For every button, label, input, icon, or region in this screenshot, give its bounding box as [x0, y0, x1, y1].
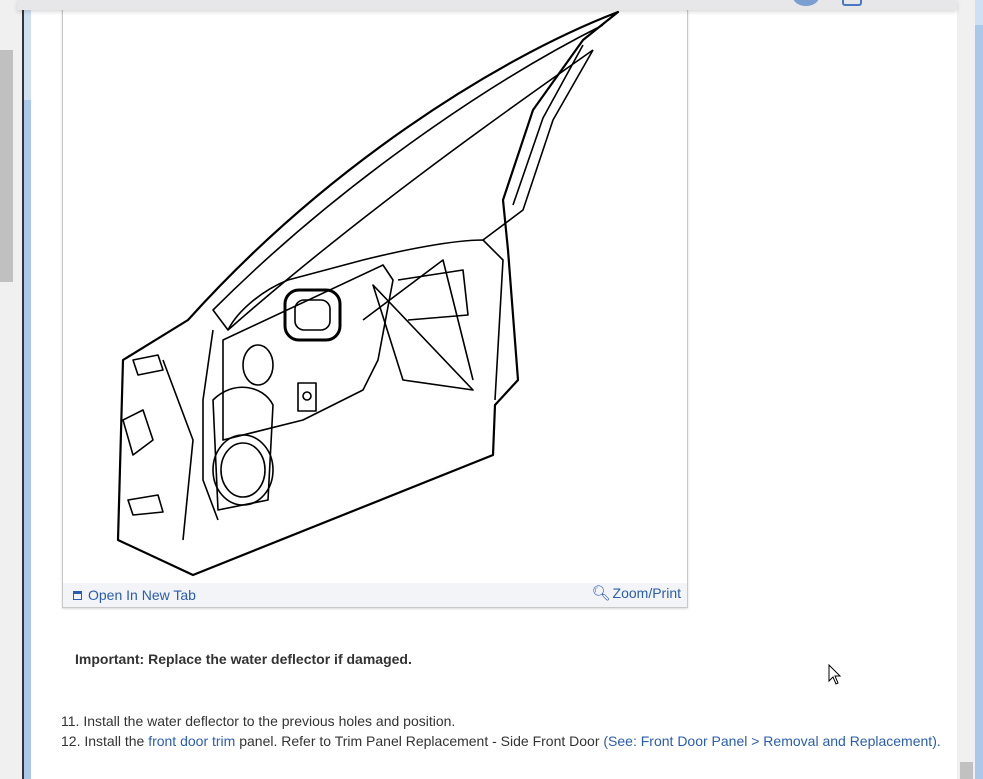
- step-text: Install the: [84, 733, 149, 749]
- zoom-print-link[interactable]: 🔍︎ Zoom/Print: [591, 585, 681, 601]
- step-number: 12.: [61, 733, 81, 749]
- open-new-tab-label: Open In New Tab: [88, 587, 196, 603]
- zoom-in-icon: 🔍︎: [591, 585, 611, 602]
- zoom-print-label: Zoom/Print: [612, 585, 681, 601]
- step-text: panel. Refer to Trim Panel Replacement -…: [235, 733, 604, 749]
- scrollbar-track[interactable]: [957, 0, 975, 779]
- top-header: [17, 0, 957, 10]
- door-illustration: [116, 10, 620, 577]
- background-scrollbar: [0, 50, 13, 282]
- step-text: Install the water deflector to the previ…: [83, 713, 456, 729]
- see-paren-open: (See:: [603, 733, 641, 749]
- open-new-tab-link[interactable]: Open In New Tab: [73, 587, 196, 603]
- avatar[interactable]: [793, 0, 819, 6]
- open-new-tab-icon: [73, 590, 82, 600]
- step-11: 11. Install the water deflector to the p…: [61, 711, 941, 731]
- mouse-cursor-icon: [828, 664, 842, 685]
- window-border-left: [24, 0, 31, 779]
- step-list: 11. Install the water deflector to the p…: [61, 711, 941, 751]
- notification-icon[interactable]: [842, 0, 862, 6]
- step-12: 12. Install the front door trim panel. R…: [61, 731, 941, 751]
- see-paren-close: ).: [932, 733, 941, 749]
- important-note: Important: Replace the water deflector i…: [75, 651, 412, 667]
- figure-door-diagram: Open In New Tab 🔍︎ Zoom/Print: [62, 0, 688, 608]
- scrollbar-thumb[interactable]: [960, 762, 973, 779]
- front-door-trim-link[interactable]: front door trim: [148, 733, 235, 749]
- figure-footer: Open In New Tab 🔍︎ Zoom/Print: [63, 583, 687, 607]
- front-door-panel-link[interactable]: Front Door Panel > Removal and Replaceme…: [641, 733, 932, 749]
- window-border-right: [975, 0, 983, 779]
- step-number: 11.: [61, 713, 80, 729]
